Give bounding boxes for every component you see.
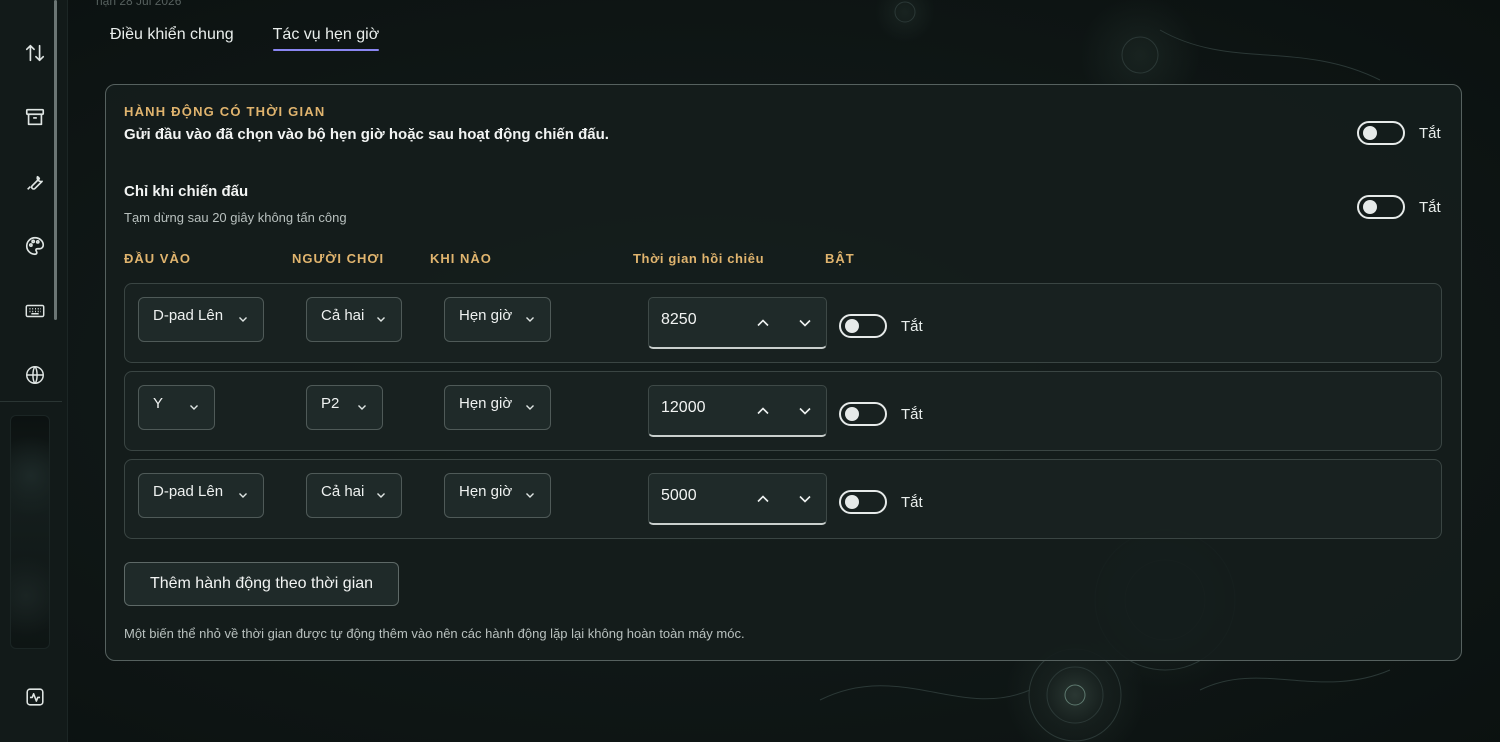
column-header-cooldown: Thời gian hồi chiêu [633, 251, 765, 266]
chevron-down-icon [239, 493, 247, 498]
sidebar-preview-image [10, 415, 50, 649]
cooldown-input[interactable]: 8250 [648, 297, 827, 349]
row-enabled-toggle[interactable] [839, 402, 887, 426]
master-toggle-group: Tắt [1357, 121, 1441, 145]
chevron-up-icon [757, 494, 769, 502]
when-select-value: Hẹn giờ [459, 483, 513, 500]
row-toggle-state: Tắt [901, 405, 923, 423]
toggle-knob [845, 319, 859, 333]
input-select-value: Y [153, 395, 164, 412]
tab-timed-tasks[interactable]: Tác vụ hẹn giờ [272, 26, 379, 51]
when-select[interactable]: Hẹn giờ [444, 297, 551, 342]
when-select-value: Hẹn giờ [459, 395, 513, 412]
combat-only-description: Tạm dừng sau 20 giây không tấn công [124, 210, 347, 225]
when-select[interactable]: Hẹn giờ [444, 385, 551, 430]
toggle-knob [845, 495, 859, 509]
toggle-knob [1363, 200, 1377, 214]
column-header-input: ĐẦU VÀO [124, 251, 191, 266]
activity-icon[interactable] [20, 682, 50, 712]
input-select[interactable]: D-pad Lên [138, 473, 264, 518]
chevron-up-icon [757, 406, 769, 414]
combat-only-toggle[interactable] [1357, 195, 1405, 219]
decrement-button[interactable] [784, 298, 826, 347]
row-toggle-state: Tắt [901, 493, 923, 511]
arrows-up-down-icon[interactable] [20, 38, 50, 68]
cooldown-value: 12000 [661, 398, 706, 416]
combat-only-label: Chỉ khi chiến đấu [124, 183, 249, 200]
player-select-value: Cả hai [321, 307, 365, 324]
player-select-value: P2 [321, 395, 340, 412]
keyboard-icon[interactable] [20, 296, 50, 326]
sidebar-divider [0, 401, 62, 402]
increment-button[interactable] [742, 474, 784, 523]
chevron-down-icon [799, 319, 811, 327]
chevron-down-icon [358, 405, 366, 410]
archive-icon[interactable] [20, 102, 50, 132]
date-hint: hạn 28 Jul 2026 [96, 0, 182, 8]
chevron-down-icon [190, 405, 198, 410]
when-select[interactable]: Hẹn giờ [444, 473, 551, 518]
toggle-knob [1363, 126, 1377, 140]
player-select-value: Cả hai [321, 483, 365, 500]
chevron-down-icon [799, 407, 811, 415]
globe-icon[interactable] [20, 360, 50, 390]
decrement-button[interactable] [784, 386, 826, 435]
column-header-player: NGƯỜI CHƠI [292, 251, 385, 266]
add-timed-action-button[interactable]: Thêm hành động theo thời gian [124, 562, 399, 606]
timed-actions-panel: HÀNH ĐỘNG CÓ THỜI GIAN Gửi đầu vào đã ch… [105, 84, 1462, 661]
player-select[interactable]: P2 [306, 385, 383, 430]
cooldown-value: 8250 [661, 310, 697, 328]
row-enabled-toggle[interactable] [839, 314, 887, 338]
section-title: HÀNH ĐỘNG CÓ THỜI GIAN [124, 104, 326, 119]
master-toggle[interactable] [1357, 121, 1405, 145]
player-select[interactable]: Cả hai [306, 473, 402, 518]
chevron-up-icon [757, 318, 769, 326]
cooldown-input[interactable]: 5000 [648, 473, 827, 525]
footnote: Một biến thể nhỏ về thời gian được tự độ… [124, 626, 745, 641]
combat-only-toggle-state: Tắt [1419, 198, 1441, 216]
column-header-enabled: BẬT [825, 251, 855, 266]
timed-action-row: D-pad Lên Cả hai Hẹn giờ 5000 Tắt [124, 459, 1442, 539]
increment-button[interactable] [742, 298, 784, 347]
tab-bar: Điều khiển chung Tác vụ hẹn giờ [110, 26, 379, 51]
cooldown-value: 5000 [661, 486, 697, 504]
sidebar [0, 0, 68, 742]
chevron-down-icon [377, 317, 385, 322]
tab-general-control[interactable]: Điều khiển chung [110, 26, 234, 50]
input-select-value: D-pad Lên [153, 483, 224, 500]
row-toggle-state: Tắt [901, 317, 923, 335]
input-select[interactable]: D-pad Lên [138, 297, 264, 342]
column-header-when: KHI NÀO [430, 251, 492, 266]
row-toggle-group: Tắt [839, 402, 923, 426]
increment-button[interactable] [742, 386, 784, 435]
chevron-down-icon [239, 317, 247, 322]
palette-icon[interactable] [20, 231, 50, 261]
when-select-value: Hẹn giờ [459, 307, 513, 324]
timed-action-row: D-pad Lên Cả hai Hẹn giờ 8250 Tắt [124, 283, 1442, 363]
chevron-down-icon [377, 493, 385, 498]
decrement-button[interactable] [784, 474, 826, 523]
row-toggle-group: Tắt [839, 314, 923, 338]
wrench-icon[interactable] [20, 167, 50, 197]
row-enabled-toggle[interactable] [839, 490, 887, 514]
cooldown-input[interactable]: 12000 [648, 385, 827, 437]
chevron-down-icon [799, 495, 811, 503]
combat-only-toggle-group: Tắt [1357, 195, 1441, 219]
chevron-down-icon [526, 405, 534, 410]
player-select[interactable]: Cả hai [306, 297, 402, 342]
input-select[interactable]: Y [138, 385, 215, 430]
sidebar-scrollbar[interactable] [54, 0, 57, 320]
input-select-value: D-pad Lên [153, 307, 224, 324]
section-description: Gửi đầu vào đã chọn vào bộ hẹn giờ hoặc … [124, 126, 609, 143]
row-toggle-group: Tắt [839, 490, 923, 514]
chevron-down-icon [526, 493, 534, 498]
toggle-knob [845, 407, 859, 421]
timed-action-row: Y P2 Hẹn giờ 12000 Tắt [124, 371, 1442, 451]
master-toggle-state: Tắt [1419, 124, 1441, 142]
chevron-down-icon [526, 317, 534, 322]
